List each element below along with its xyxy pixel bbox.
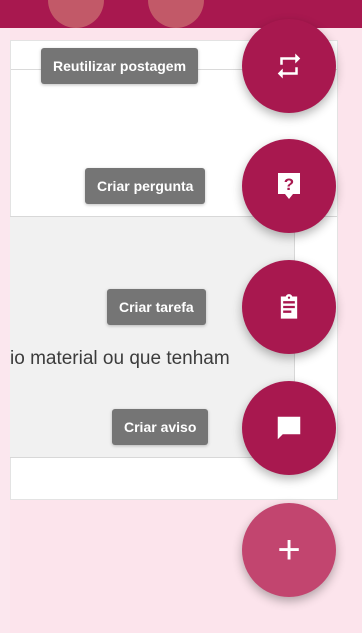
- post-text-snippet: io material ou que tenham: [10, 348, 230, 369]
- create-assignment-button[interactable]: [242, 260, 336, 354]
- assignment-icon: [275, 292, 303, 322]
- add-button[interactable]: +: [242, 503, 336, 597]
- tooltip-criar-aviso: Criar aviso: [112, 409, 209, 445]
- create-announcement-button[interactable]: [242, 381, 336, 475]
- repeat-icon: [274, 51, 304, 81]
- reuse-post-button[interactable]: [242, 19, 336, 113]
- svg-text:?: ?: [284, 175, 294, 194]
- plus-icon: +: [277, 528, 301, 572]
- tooltip-criar-tarefa: Criar tarefa: [107, 289, 206, 325]
- header-decoration: [48, 0, 104, 28]
- page-edge: [0, 28, 10, 633]
- header-decoration: [148, 0, 204, 28]
- create-question-button[interactable]: ?: [242, 139, 336, 233]
- question-icon: ?: [274, 170, 304, 202]
- tooltip-criar-pergunta: Criar pergunta: [85, 168, 206, 204]
- comment-icon: [274, 413, 304, 443]
- tooltip-reutilizar-postagem: Reutilizar postagem: [41, 48, 199, 84]
